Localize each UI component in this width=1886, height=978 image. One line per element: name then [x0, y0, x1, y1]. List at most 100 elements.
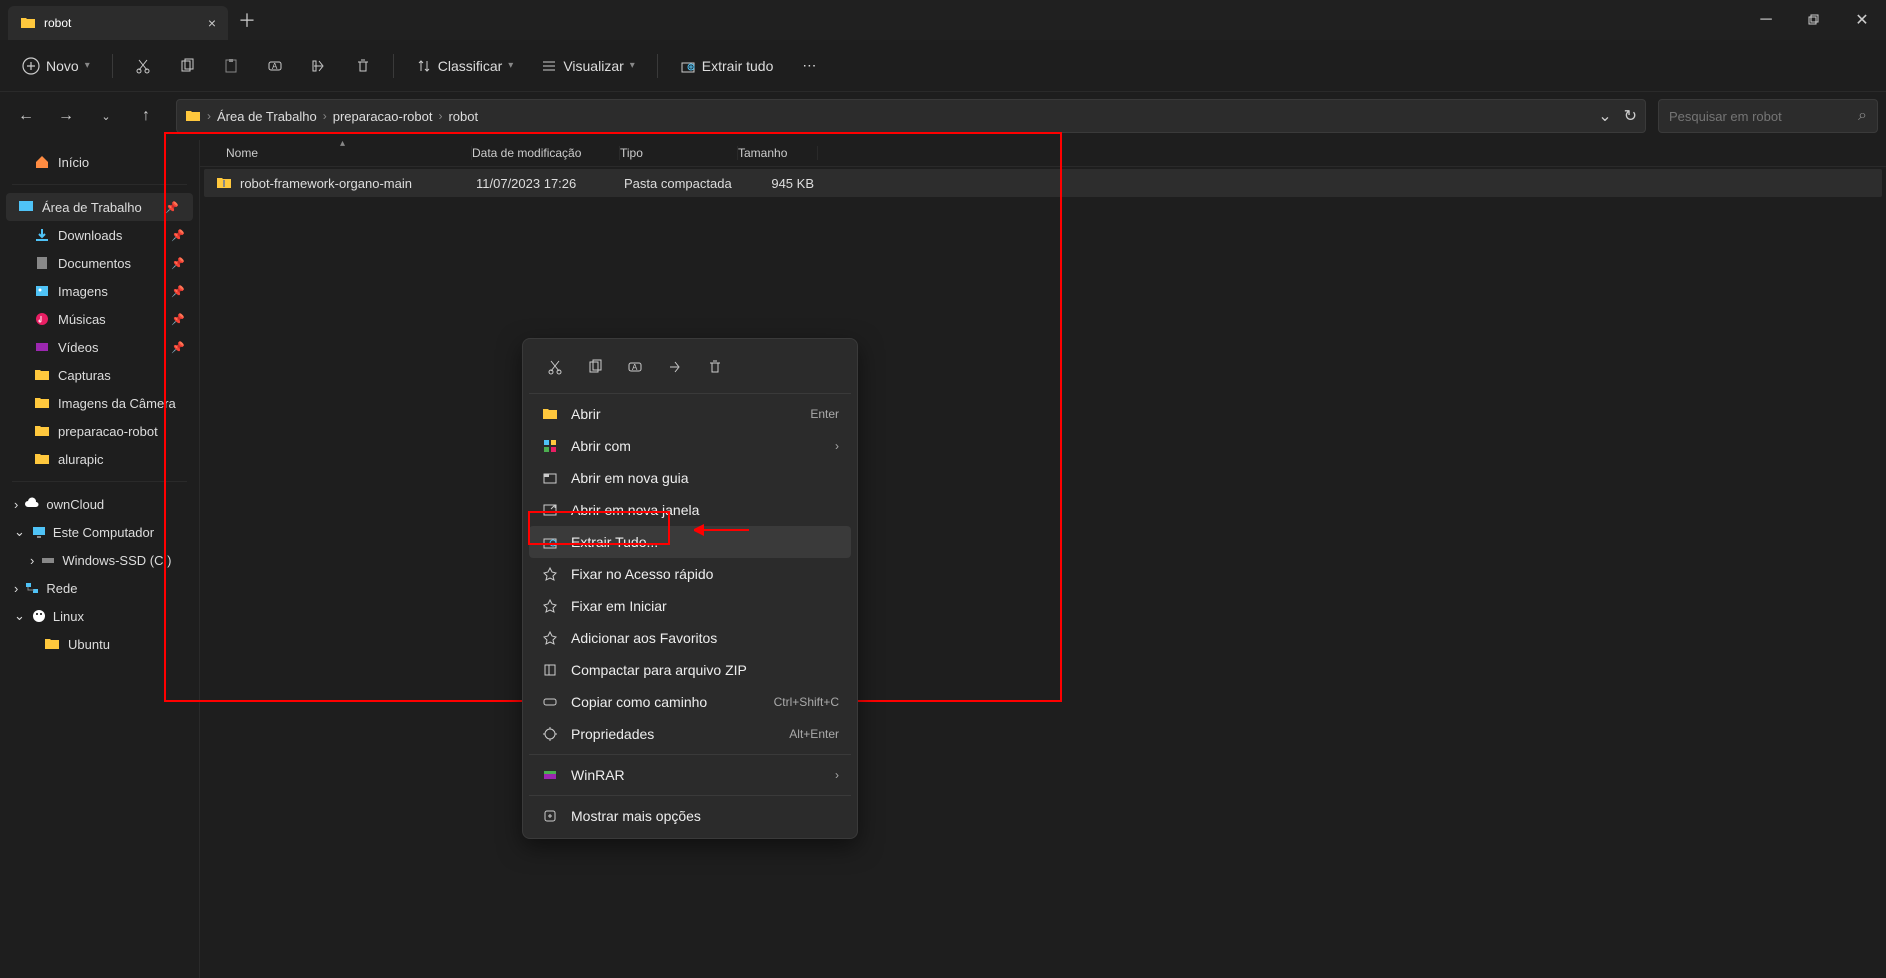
delete-icon: [707, 359, 723, 375]
column-size[interactable]: Tamanho: [738, 146, 818, 160]
cm-copy-path[interactable]: Copiar como caminho Ctrl+Shift+C: [529, 686, 851, 718]
cm-rename-button[interactable]: A: [617, 351, 653, 383]
separator: [529, 393, 851, 394]
column-headers: Nome ▴ Data de modificação Tipo Tamanho: [200, 140, 1886, 167]
cm-copy-button[interactable]: [577, 351, 613, 383]
separator: [393, 54, 394, 78]
chevron-down-icon: ▾: [630, 60, 635, 71]
cm-cut-button[interactable]: [537, 351, 573, 383]
column-name[interactable]: Nome ▴: [212, 146, 472, 160]
search-input[interactable]: [1669, 109, 1850, 124]
forward-button[interactable]: →: [48, 98, 84, 134]
file-date: 11/07/2023 17:26: [476, 176, 624, 191]
separator: [657, 54, 658, 78]
sidebar-item-captures[interactable]: Capturas: [0, 361, 199, 389]
sidebar-item-videos[interactable]: Vídeos 📌: [0, 333, 199, 361]
close-tab-button[interactable]: ×: [208, 15, 216, 31]
sidebar-item-music[interactable]: Músicas 📌: [0, 305, 199, 333]
sidebar-item-images[interactable]: Imagens 📌: [0, 277, 199, 305]
cm-delete-button[interactable]: [697, 351, 733, 383]
chevron-down-icon[interactable]: ⌄: [1598, 106, 1611, 126]
close-button[interactable]: ✕: [1838, 0, 1886, 40]
sidebar-item-linux[interactable]: ⌄ Linux: [0, 602, 199, 630]
tab-title: robot: [44, 16, 200, 30]
sidebar-item-desktop[interactable]: Área de Trabalho 📌: [6, 193, 193, 221]
cm-pin-start[interactable]: Fixar em Iniciar: [529, 590, 851, 622]
column-date[interactable]: Data de modificação: [472, 146, 620, 160]
breadcrumb[interactable]: › Área de Trabalho › preparacao-robot › …: [176, 99, 1646, 133]
window-controls: ─ ✕: [1742, 0, 1886, 40]
cm-winrar[interactable]: WinRAR ›: [529, 759, 851, 791]
breadcrumb-item[interactable]: robot: [448, 109, 478, 124]
breadcrumb-item[interactable]: preparacao-robot: [333, 109, 433, 124]
path-icon: [541, 693, 559, 711]
new-button[interactable]: Novo ▾: [12, 51, 100, 81]
star-icon: [541, 629, 559, 647]
cut-button[interactable]: [125, 52, 161, 80]
titlebar: robot × ＋ ─ ✕: [0, 0, 1886, 40]
window-icon: [541, 501, 559, 519]
cm-more-options[interactable]: Mostrar mais opções: [529, 800, 851, 832]
up-button[interactable]: ↑: [128, 98, 164, 134]
file-row[interactable]: robot-framework-organo-main 11/07/2023 1…: [204, 169, 1882, 197]
cm-share-button[interactable]: [657, 351, 693, 383]
winrar-icon: [541, 766, 559, 784]
sidebar-item-home[interactable]: Início: [0, 148, 199, 176]
cm-add-favorites[interactable]: Adicionar aos Favoritos: [529, 622, 851, 654]
sidebar-item-documents[interactable]: Documentos 📌: [0, 249, 199, 277]
extract-icon: [541, 533, 559, 551]
breadcrumb-item[interactable]: Área de Trabalho: [217, 109, 317, 124]
cm-open-window[interactable]: Abrir em nova janela: [529, 494, 851, 526]
view-button[interactable]: Visualizar ▾: [531, 52, 644, 80]
view-icon: [541, 58, 557, 74]
cm-pin-quick[interactable]: Fixar no Acesso rápido: [529, 558, 851, 590]
cm-compress[interactable]: Compactar para arquivo ZIP: [529, 654, 851, 686]
paste-icon: [223, 58, 239, 74]
cm-open-with[interactable]: Abrir com ›: [529, 430, 851, 462]
column-type[interactable]: Tipo: [620, 146, 738, 160]
maximize-button[interactable]: [1790, 0, 1838, 40]
sidebar-item-camera[interactable]: Imagens da Câmera: [0, 389, 199, 417]
cm-extract-all[interactable]: Extrair Tudo...: [529, 526, 851, 558]
new-tab-button[interactable]: ＋: [238, 7, 256, 33]
chevron-right-icon: ›: [835, 768, 839, 782]
refresh-button[interactable]: ↻: [1624, 106, 1637, 126]
sidebar-item-ubuntu[interactable]: Ubuntu: [0, 630, 199, 658]
share-icon: [311, 58, 327, 74]
ellipsis-icon: ⋯: [802, 57, 816, 74]
sidebar-item-preparacao[interactable]: preparacao-robot: [0, 417, 199, 445]
cm-open-tab[interactable]: Abrir em nova guia: [529, 462, 851, 494]
file-name: robot-framework-organo-main: [240, 176, 412, 191]
sidebar-item-downloads[interactable]: Downloads 📌: [0, 221, 199, 249]
copy-button[interactable]: [169, 52, 205, 80]
sidebar: Início Área de Trabalho 📌 Downloads 📌 Do…: [0, 140, 200, 978]
sidebar-item-this-pc[interactable]: ⌄ Este Computador: [0, 518, 199, 546]
minimize-button[interactable]: ─: [1742, 0, 1790, 40]
chevron-down-icon: ⌄: [101, 110, 110, 123]
recent-button[interactable]: ⌄: [88, 98, 124, 134]
paste-button[interactable]: [213, 52, 249, 80]
zip-folder-icon: [216, 175, 232, 191]
back-button[interactable]: ←: [8, 98, 44, 134]
more-button[interactable]: ⋯: [791, 51, 827, 80]
sidebar-item-network[interactable]: › Rede: [0, 574, 199, 602]
network-icon: [24, 580, 40, 596]
sidebar-item-alurapic[interactable]: alurapic: [0, 445, 199, 473]
cm-properties[interactable]: Propriedades Alt+Enter: [529, 718, 851, 750]
extract-all-button[interactable]: Extrair tudo: [670, 52, 784, 80]
cm-open[interactable]: Abrir Enter: [529, 398, 851, 430]
search-box[interactable]: ⌕: [1658, 99, 1878, 133]
sidebar-item-owncloud[interactable]: › ownCloud: [0, 490, 199, 518]
sidebar-item-drive[interactable]: › Windows-SSD (C:): [0, 546, 199, 574]
sort-button[interactable]: Classificar ▾: [406, 52, 524, 80]
separator: [529, 754, 851, 755]
chevron-right-icon: ›: [323, 109, 327, 123]
pin-icon: 📌: [171, 257, 185, 270]
chevron-right-icon: ›: [14, 581, 18, 596]
share-button[interactable]: [301, 52, 337, 80]
chevron-down-icon: ⌄: [14, 608, 25, 624]
rename-button[interactable]: A: [257, 52, 293, 80]
delete-button[interactable]: [345, 52, 381, 80]
rename-icon: A: [267, 58, 283, 74]
tab[interactable]: robot ×: [8, 6, 228, 40]
